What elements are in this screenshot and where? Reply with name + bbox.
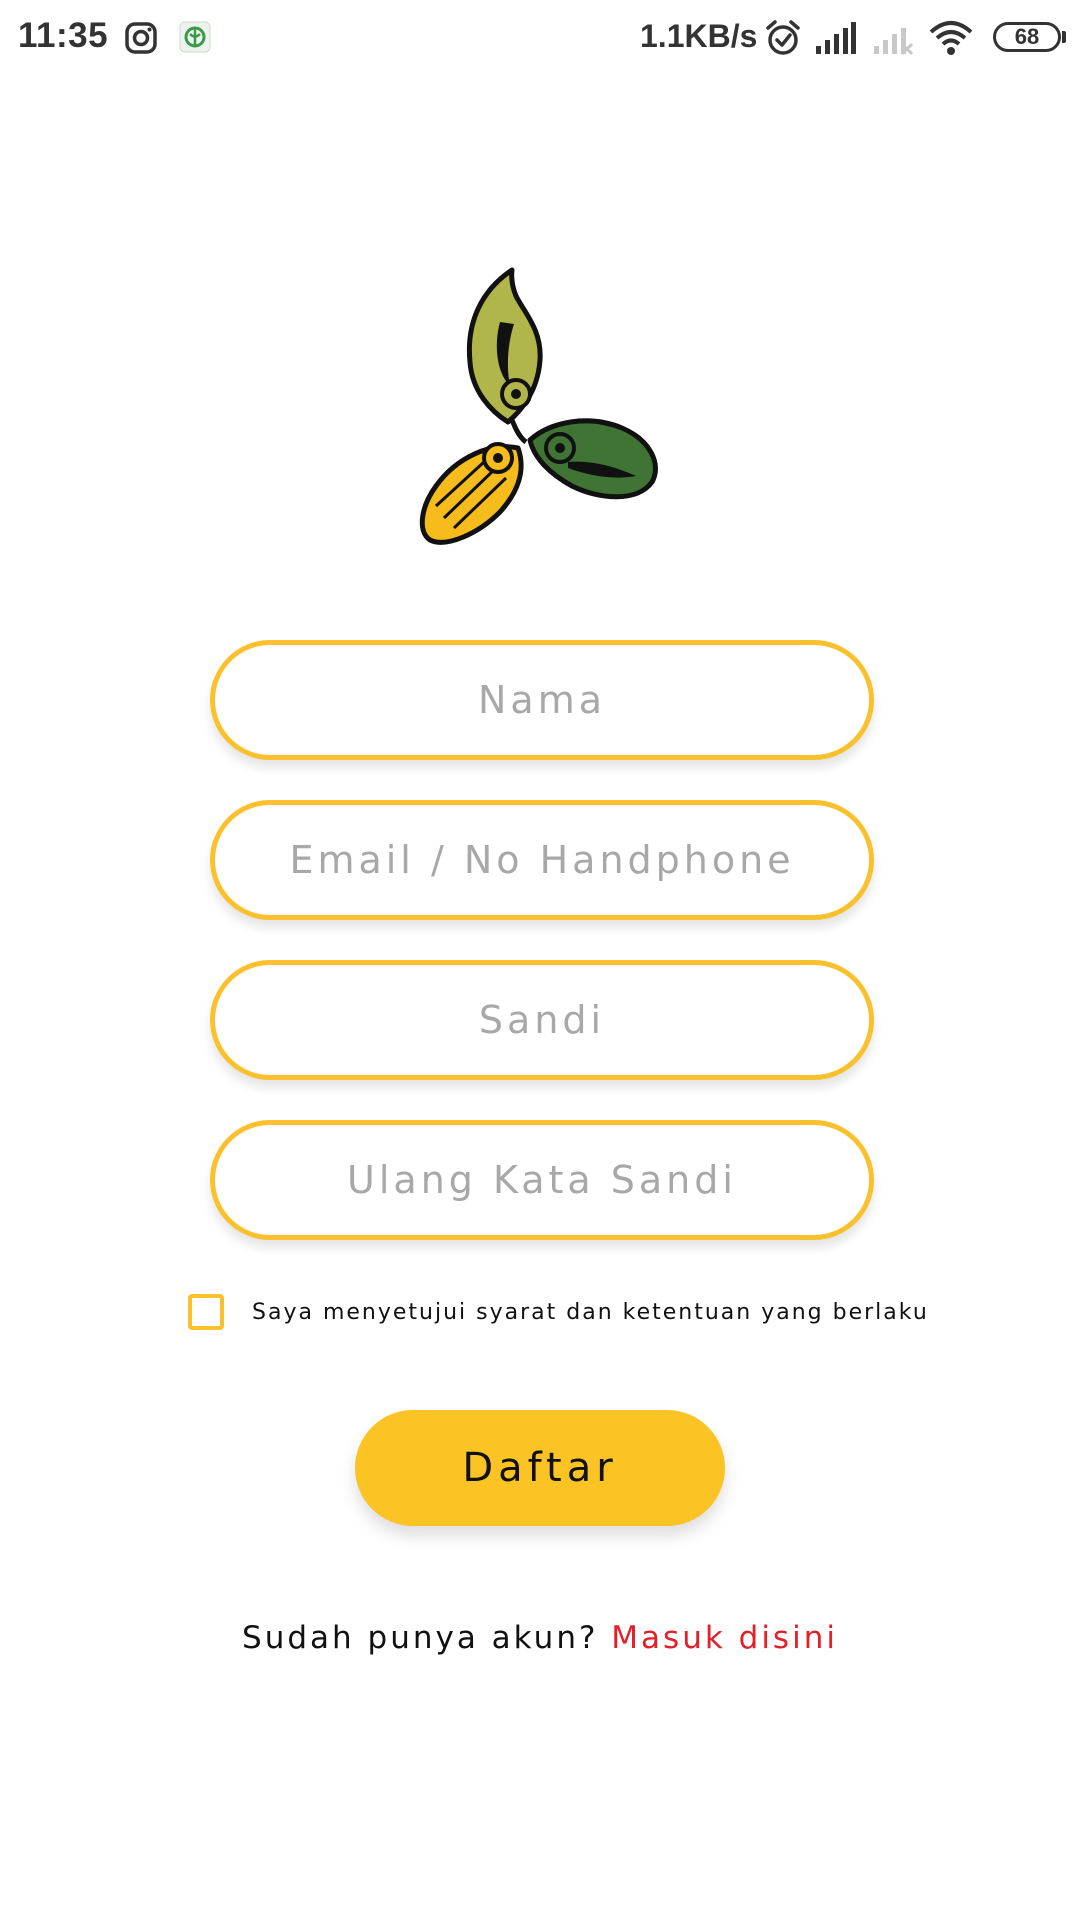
app-notification-icon	[179, 21, 211, 53]
register-button[interactable]: Daftar	[355, 1410, 725, 1526]
confirm-password-field-wrapper	[210, 1120, 874, 1240]
alarm-icon	[766, 20, 800, 55]
network-speed: 1.1KB/s	[640, 18, 758, 54]
signal-icon	[816, 22, 856, 54]
status-time: 11:35	[18, 16, 109, 55]
instagram-icon	[125, 22, 157, 54]
leaf-trefoil-logo	[419, 267, 658, 545]
login-prompt-row: Sudah punya akun? Masuk disini	[0, 1620, 1080, 1656]
login-link[interactable]: Masuk disini	[611, 1620, 838, 1656]
password-input[interactable]	[215, 997, 869, 1043]
name-field-wrapper	[210, 640, 874, 760]
email-field-wrapper	[210, 800, 874, 920]
status-bar: 11:35 1.1KB/s 68	[0, 0, 1080, 80]
battery-tip	[1062, 31, 1066, 43]
signal-empty-icon	[874, 28, 914, 56]
name-input[interactable]	[215, 677, 869, 723]
terms-row: Saya menyetujui syarat dan ketentuan yan…	[188, 1294, 929, 1330]
login-prompt: Sudah punya akun?	[242, 1620, 599, 1656]
wifi-icon	[929, 21, 973, 55]
terms-label: Saya menyetujui syarat dan ketentuan yan…	[252, 1299, 929, 1325]
terms-checkbox[interactable]	[188, 1294, 224, 1330]
password-field-wrapper	[210, 960, 874, 1080]
confirm-password-input[interactable]	[215, 1157, 869, 1203]
register-screen: 11:35 1.1KB/s 68 Nama Email / No Handpho…	[0, 0, 1080, 1920]
battery-icon: 68	[993, 22, 1061, 52]
email-phone-input[interactable]	[215, 837, 869, 883]
